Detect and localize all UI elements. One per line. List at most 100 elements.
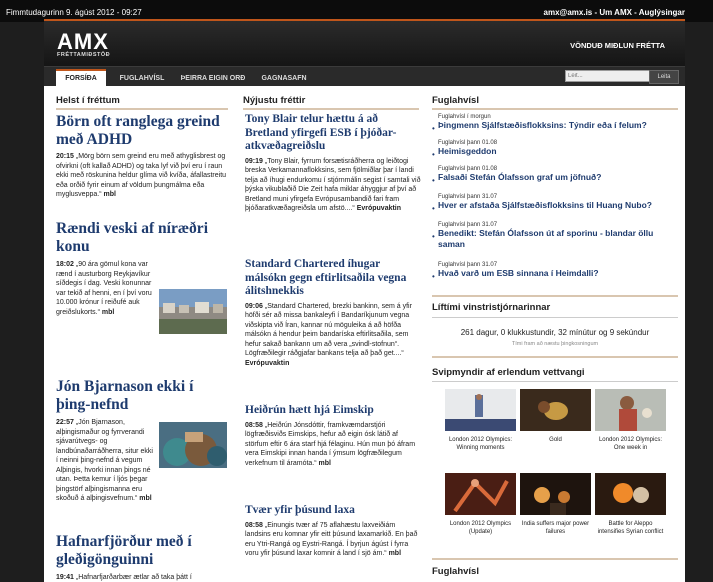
item-title[interactable]: Benedikt: Stefán Ólafsson út af sporinu … [438, 228, 676, 250]
article-snippet: 20:15 „Mörg börn sem greind eru með athy… [56, 152, 230, 200]
tab-forsida[interactable]: FORSÍÐA [56, 69, 106, 87]
email-link[interactable]: amx@amx.is [544, 8, 593, 17]
article-title[interactable]: Tony Blair telur hættu á að Bretland yfi… [245, 113, 421, 154]
ads-link[interactable]: Auglýsingar [639, 8, 685, 17]
article-time: 08:58 [245, 421, 263, 429]
article-title[interactable]: Rændi veski af níræðri konu [56, 220, 230, 256]
article-source[interactable]: mbl [139, 495, 151, 502]
article-title[interactable]: Hafnarfjörður með í gleðigönguinni [56, 533, 230, 569]
article-source[interactable]: Evrópuvaktin [357, 205, 401, 212]
photo-thumbnail[interactable] [595, 473, 666, 515]
list-item: Fuglahvísl þann 31.07 • Benedikt: Stefán… [432, 222, 676, 250]
photo-caption: London 2012 Olympics (Update) [449, 521, 512, 535]
article-thumbnail[interactable] [159, 289, 227, 334]
tab-fuglahvisl[interactable]: FUGLAHVÍSL [114, 71, 170, 87]
photo-thumbnail[interactable] [445, 389, 516, 431]
list-item: Fuglahvísl þann 31.07 • Hvað varð um ESB… [432, 262, 676, 281]
article: Börn oft ranglega greind með ADHD 20:15 … [56, 113, 230, 200]
item-title[interactable]: Heimisgeddon [438, 146, 676, 157]
article-text: „Standard Chartered, brezki bankinn, sem… [245, 302, 412, 358]
article-time: 08:58 [245, 521, 263, 529]
photo-item[interactable]: India suffers major power failures [520, 473, 591, 536]
photo-thumbnail[interactable] [520, 473, 591, 515]
bullet-icon: • [432, 124, 435, 133]
about-link[interactable]: Um AMX [599, 8, 632, 17]
tagline: VÖNDUÐ MIÐLUN FRÉTTA [570, 41, 665, 50]
top-news-column: Helst í fréttum Börn oft ranglega greind… [44, 86, 234, 582]
photo-thumbnail[interactable] [520, 389, 591, 431]
photo-item[interactable]: London 2012 Olympics (Update) [445, 473, 516, 536]
article-title[interactable]: Heiðrún hætt hjá Eimskip [245, 404, 421, 418]
divider [243, 108, 419, 110]
list-item: Fuglahvísl þann 31.07 • Hver er afstaða … [432, 194, 676, 213]
latest-news-column: Nýjustu fréttir Tony Blair telur hættu á… [243, 86, 423, 582]
item-title[interactable]: Hvað varð um ESB sinnana í Heimdalli? [438, 268, 676, 279]
photo-item[interactable]: Gold [520, 389, 591, 445]
article-thumbnail[interactable] [159, 422, 227, 468]
article-source[interactable]: mbl [102, 309, 114, 316]
article-snippet: 08:58 „Einungis tvær af 75 aflahæstu lax… [245, 521, 421, 559]
divider [432, 558, 678, 560]
list-item: Fuglahvísl þann 01.08 • Falsaði Stefán Ó… [432, 166, 676, 185]
article-text: „Hafnarfjarðarbær ætlar að taka þátt í [75, 574, 192, 581]
tab-gagnasafn[interactable]: GAGNASAFN [256, 71, 312, 87]
article-time: 09:06 [245, 302, 263, 310]
photo-caption: India suffers major power failures [521, 521, 590, 535]
article-time: 18:02 [56, 261, 74, 268]
photo-item[interactable]: London 2012 Olympics: One week in [595, 389, 666, 452]
column-heading: Nýjustu fréttir [243, 95, 306, 106]
photo-item[interactable]: Battle for Aleppo intensifies Syrian con… [595, 473, 666, 536]
countdown-text: 261 dagur, 0 klukkustundir, 32 mínútur o… [460, 328, 650, 337]
article: Hafnarfjörður með í gleðigönguinni 19:41… [56, 533, 230, 582]
article: Heiðrún hætt hjá Eimskip 08:58 „Heiðrún … [245, 404, 421, 468]
list-item: Fuglahvísl í morgun • Þingmenn Sjálfstæð… [432, 114, 676, 133]
article-time: 22:57 [56, 419, 74, 426]
article-title[interactable]: Börn oft ranglega greind með ADHD [56, 113, 230, 149]
tab-theirra-eigin-ord[interactable]: ÞEIRRA EIGIN ORÐ [178, 71, 248, 87]
article-time: 09:19 [245, 157, 263, 165]
current-date: Fimmtudagurinn 9. ágúst 2012 - 09:27 [6, 8, 142, 17]
photo-caption: Battle for Aleppo intensifies Syrian con… [597, 521, 664, 535]
article-source[interactable]: Evrópuvaktin [245, 360, 289, 367]
article-title[interactable]: Standard Chartered íhugar málsókn gegn e… [245, 258, 421, 299]
item-title[interactable]: Hver er afstaða Sjálfstæðisflokksins til… [438, 200, 676, 211]
photo-thumbnail[interactable] [595, 389, 666, 431]
bullet-icon: • [432, 176, 435, 185]
photo-caption: London 2012 Olympics: Winning moments [448, 437, 513, 451]
photo-item[interactable]: London 2012 Olympics: Winning moments [445, 389, 516, 452]
photos-heading: Svipmyndir af erlendum vettvangi [432, 367, 585, 378]
list-item: Fuglahvísl þann 01.08 • Heimisgeddon [432, 140, 676, 159]
article-text: „Jón Bjarnason, alþingismaður og fyrrver… [56, 419, 153, 502]
article-source[interactable]: mbl [319, 460, 331, 467]
countdown-subtitle: Tími fram að næstu þingkosningum [511, 341, 599, 347]
bullet-icon: • [432, 232, 435, 241]
item-title[interactable]: Falsaði Stefán Ólafsson graf um jöfnuð? [438, 172, 676, 183]
article: Tony Blair telur hættu á að Bretland yfi… [245, 113, 421, 214]
article-snippet: 18:02 „90 ára gömul kona var rænd í aust… [56, 260, 152, 317]
article-source[interactable]: mbl [103, 191, 115, 198]
item-title[interactable]: Þingmenn Sjálfstæðisflokksins: Týndir eð… [438, 120, 676, 131]
article-time: 20:15 [56, 153, 74, 160]
article-time: 19:41 [56, 574, 74, 581]
article-snippet: 08:58 „Heiðrún Jónsdóttir, framkvæmdarst… [245, 421, 421, 469]
divider [432, 295, 678, 297]
photo-thumbnail[interactable] [445, 473, 516, 515]
divider [432, 356, 678, 358]
sidebar-column: Fuglahvísl Fuglahvísl í morgun • Þingmen… [432, 86, 680, 582]
column-heading: Fuglahvísl [432, 95, 479, 106]
article-text: „90 ára gömul kona var rænd í austurborg… [56, 261, 152, 316]
divider [432, 317, 678, 318]
article: Standard Chartered íhugar málsókn gegn e… [245, 258, 421, 368]
bullet-icon: • [432, 150, 435, 159]
article-text: „Mörg börn sem greind eru með athyglisbr… [56, 153, 227, 198]
top-links: amx@amx.is - Um AMX - Auglýsingar [544, 8, 685, 17]
photo-caption: London 2012 Olympics: One week in [598, 437, 663, 451]
article-snippet: 09:06 „Standard Chartered, brezki bankin… [245, 302, 421, 369]
article-title[interactable]: Tvær yfir þúsund laxa [245, 504, 421, 518]
article-title[interactable]: Jón Bjarnason ekki í þing-nefnd [56, 378, 230, 414]
article-source[interactable]: mbl [389, 550, 401, 557]
bullet-icon: • [432, 272, 435, 281]
bottom-heading: Fuglahvísl [432, 566, 479, 577]
search-button[interactable]: Leita [649, 70, 679, 84]
divider [56, 108, 228, 110]
